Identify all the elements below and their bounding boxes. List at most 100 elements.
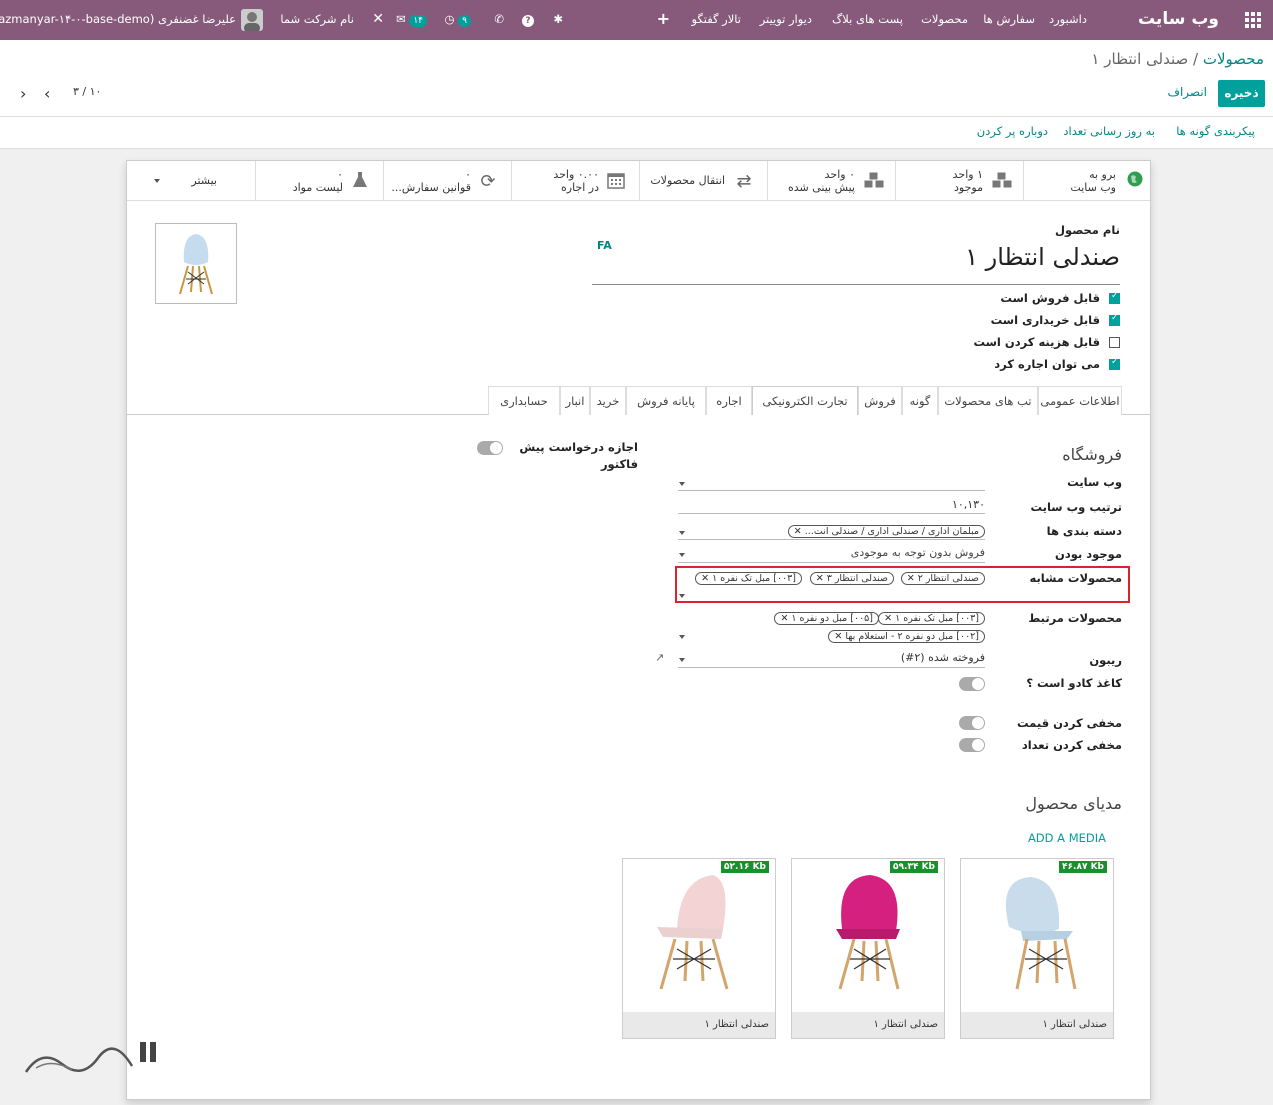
sequence-field[interactable]: ۱۰,۱۳۰ [678, 498, 985, 514]
breadcrumb-parent[interactable]: محصولات [1203, 50, 1264, 68]
website-dropdown-icon[interactable] [679, 482, 685, 486]
nav-blog[interactable]: پست های بلاگ [832, 0, 903, 40]
tab-sales[interactable]: فروش [858, 386, 902, 415]
tab-rental[interactable]: اجاره [706, 386, 752, 415]
media-2-size: ۵۹.۳۴ Kb [890, 861, 938, 873]
product-name-label: نام محصول [1055, 223, 1120, 237]
nav-products[interactable]: محصولات [921, 0, 968, 40]
media-card-2[interactable]: ۵۹.۳۴ Kb صندلی انتظار ۱ [791, 858, 945, 1039]
nav-dashboard[interactable]: داشبورد [1049, 0, 1087, 40]
smart-bom-line2: لیست مواد [292, 181, 343, 194]
discard-button[interactable]: انصراف [1168, 85, 1207, 99]
alternative-tag-2[interactable]: صندلی انتظار ۳ ✕ [809, 572, 894, 585]
rent-ok-checkbox[interactable] [1109, 357, 1120, 370]
pager-value[interactable]: ۳ / ۱۰ [73, 85, 101, 98]
smart-button-forecasted[interactable]: ۰ واحد پیش بینی شده [767, 161, 895, 201]
smart-button-website[interactable]: برو به وب سایت [1023, 161, 1150, 201]
quote-request-toggle[interactable] [477, 441, 503, 455]
messages-count: ۱۴ [409, 15, 427, 27]
smart-button-on-hand[interactable]: ۱ واحد موجود [895, 161, 1023, 201]
alternative-tag-3[interactable]: [۰۰۳] مبل تک نفره ۱ ✕ [695, 572, 802, 585]
top-navbar: وب سایت داشبورد سفارش ها محصولات پست های… [0, 0, 1273, 40]
alternative-tag-3-label: [۰۰۳] مبل تک نفره ۱ [712, 573, 796, 584]
smart-button-rental[interactable]: ۰.۰۰ واحد در اجاره [511, 161, 639, 201]
availability-dropdown-icon[interactable] [679, 553, 685, 557]
nav-orders[interactable]: سفارش ها [983, 0, 1035, 40]
user-menu[interactable]: علیرضا غضنفری (sazmanyar-۱۴-۰-base-demo) [0, 0, 236, 40]
gift-card-label: کاغذ کادو است ؟ [1026, 676, 1122, 690]
category-dropdown-icon[interactable] [679, 531, 685, 535]
media-3-caption: صندلی انتظار ۱ [623, 1012, 775, 1038]
tab-purchase[interactable]: خرید [590, 386, 626, 415]
ribbon-field[interactable]: فروخته شده (۲#) [678, 651, 985, 668]
sale-ok-checkbox[interactable] [1109, 291, 1120, 304]
smart-button-more[interactable]: بیشتر [127, 161, 255, 201]
website-field[interactable] [678, 479, 985, 491]
hide-price-label: مخفی کردن قیمت [1017, 716, 1122, 730]
accessory-tag-3-label: [۰۰۲] مبل دو نفره ۲ - استعلام بها [845, 631, 979, 642]
accessory-tag-3[interactable]: [۰۰۲] مبل دو نفره ۲ - استعلام بها ✕ [828, 630, 985, 643]
pager-prev-icon[interactable]: ‹ [20, 84, 26, 103]
availability-label: موجود بودن [1055, 547, 1122, 561]
tab-general-info[interactable]: اطلاعات عمومی [1038, 386, 1122, 415]
activity-icon[interactable]: ۹ ◷ [444, 0, 471, 40]
product-name-field[interactable]: صندلی انتظار ۱ [592, 243, 1120, 285]
tab-product-tabs[interactable]: تب های محصولات [938, 386, 1038, 415]
tab-variants[interactable]: گونه [902, 386, 938, 415]
plus-icon[interactable]: + [657, 0, 670, 40]
nav-twitter-wall[interactable]: دیوار توییتر [760, 0, 812, 40]
ribbon-dropdown-icon[interactable] [679, 658, 685, 662]
company-switcher[interactable]: نام شرکت شما [280, 0, 354, 40]
smart-button-moves[interactable]: ⇄ انتقال محصولات [639, 161, 767, 201]
category-tag[interactable]: مبلمان اداری / صندلی اداری / صندلی انت..… [787, 525, 985, 538]
external-link-icon[interactable]: ↗ [655, 651, 664, 664]
breadcrumb-separator: / [1193, 50, 1199, 68]
alternative-tag-1[interactable]: صندلی انتظار ۲ ✕ [900, 572, 985, 585]
tab-pos[interactable]: پایانه فروش [626, 386, 706, 415]
tab-ecommerce[interactable]: تجارت الکترونیکی [752, 386, 858, 415]
media-card-1[interactable]: ۴۶.۸۷ Kb صندلی انتظار ۱ [960, 858, 1114, 1039]
bug-icon[interactable]: ✱ [553, 0, 563, 40]
replenish-button[interactable]: دوباره پر کردن [977, 124, 1048, 138]
add-media-button[interactable]: ADD A MEDIA [1028, 831, 1106, 845]
smart-button-reorder-rules[interactable]: ⟳ ۰ قوانین سفارش... [383, 161, 511, 201]
sequence-label: ترتیب وب سایت [1030, 500, 1123, 514]
pager-next-icon[interactable]: › [44, 84, 50, 103]
rent-ok-label: می توان اجاره کرد [994, 357, 1100, 371]
accessory-tag-2[interactable]: [۰۰۵] مبل دو نفره ۱ ✕ [774, 612, 879, 625]
update-quantity-button[interactable]: به روز رسانی تعداد [1063, 124, 1155, 138]
breadcrumb: محصولات / صندلی انتظار ۱ [1091, 50, 1264, 68]
status-bar: پیکربندی گونه ها به روز رسانی تعداد دوبا… [0, 117, 1273, 149]
product-image[interactable] [155, 223, 237, 304]
expense-ok-checkbox[interactable] [1109, 337, 1120, 348]
save-button[interactable]: ذخیره [1218, 80, 1265, 107]
tab-inventory[interactable]: انبار [560, 386, 590, 415]
nav-forum[interactable]: تالار گفتگو [691, 0, 741, 40]
media-card-3[interactable]: ۵۲.۱۶ Kb صندلی انتظار ۱ [622, 858, 776, 1039]
availability-field[interactable]: فروش بدون توجه به موجودی [678, 546, 985, 563]
accessory-dropdown-icon[interactable] [679, 635, 685, 639]
alternative-dropdown-icon[interactable] [679, 594, 685, 598]
form-sheet: برو به وب سایت ۱ واحد موجود ۰ واحد پیش ب… [126, 160, 1151, 1100]
tab-accounting[interactable]: حسابداری [488, 386, 560, 415]
help-icon[interactable]: ? [522, 0, 534, 40]
globe-icon [1124, 171, 1146, 191]
accessory-tag-1[interactable]: [۰۰۳] مبل تک نفره ۱ ✕ [878, 612, 985, 625]
close-icon[interactable]: ✕ [372, 0, 384, 40]
apps-menu-icon[interactable] [1245, 12, 1261, 28]
flask-icon [349, 171, 371, 191]
smart-button-bom[interactable]: ۰ لیست مواد [255, 161, 383, 201]
gift-card-toggle[interactable] [959, 677, 985, 691]
avatar[interactable] [241, 9, 263, 31]
phone-icon[interactable]: ✆ [494, 0, 504, 40]
chair-image-icon [836, 875, 900, 990]
messages-icon[interactable]: ۱۴ ✉ [396, 0, 427, 40]
alternative-tag-1-label: صندلی انتظار ۲ [917, 573, 979, 584]
brand-title[interactable]: وب سایت [1138, 0, 1219, 40]
purchase-ok-checkbox[interactable] [1109, 313, 1120, 326]
smart-forecast-line2: پیش بینی شده [787, 181, 855, 194]
exchange-icon: ⇄ [736, 171, 752, 192]
configure-variants-button[interactable]: پیکربندی گونه ها [1176, 124, 1255, 138]
hide-quantity-toggle[interactable] [959, 738, 985, 752]
hide-price-toggle[interactable] [959, 716, 985, 730]
